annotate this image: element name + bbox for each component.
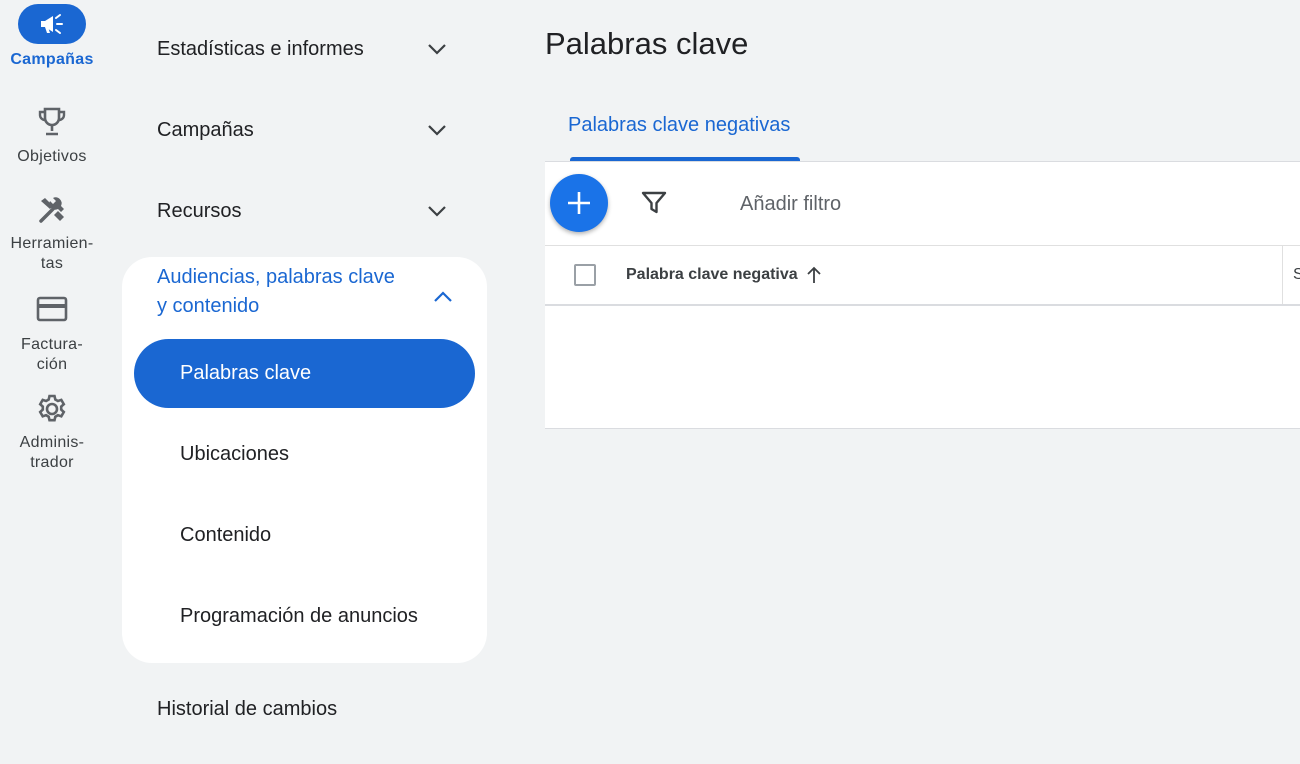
- rail-label-line1: Adminis-: [19, 434, 85, 451]
- rail-label-line2: ción: [36, 356, 68, 373]
- rail-label-line1: Factura-: [21, 336, 83, 353]
- keywords-table-panel: Añadir filtro Palabra clave negativa S: [545, 161, 1300, 429]
- add-button[interactable]: [550, 174, 608, 232]
- rail-item-label: Herramien- tas: [0, 234, 104, 274]
- chevron-down-icon: [428, 125, 446, 136]
- rail-item-tools[interactable]: Herramien- tas: [0, 195, 104, 274]
- nav-section-label: Audiencias, palabras clave y contenido: [157, 263, 395, 321]
- divider: [545, 304, 1300, 306]
- nav-section-reports[interactable]: Estadísticas e informes: [157, 29, 457, 69]
- column-header-label: Palabra clave negativa: [626, 266, 798, 283]
- divider: [545, 245, 1300, 246]
- page-title: Palabras clave: [545, 26, 749, 61]
- column-header-negative-keyword[interactable]: Palabra clave negativa: [626, 266, 822, 284]
- nav-item-keywords[interactable]: Palabras clave: [134, 339, 475, 408]
- rail-label-line2: trador: [30, 454, 74, 471]
- gear-icon: [0, 393, 104, 425]
- credit-card-icon: [0, 296, 104, 322]
- nav-section-assets[interactable]: Recursos: [157, 191, 457, 231]
- column-divider: [1282, 246, 1283, 304]
- rail-label-line2: tas: [40, 255, 64, 272]
- nav-section-label: Estadísticas e informes: [157, 37, 364, 60]
- nav-expanded-section: Audiencias, palabras clave y contenido P…: [122, 257, 487, 663]
- megaphone-icon: [18, 4, 86, 44]
- rail-item-objectives[interactable]: Objetivos: [0, 106, 104, 167]
- nav-item-content[interactable]: Contenido: [134, 501, 475, 570]
- rail-item-label: Objetivos: [17, 148, 87, 165]
- rail-item-admin[interactable]: Adminis- trador: [0, 393, 104, 473]
- rail-item-label: Factura- ción: [0, 335, 104, 375]
- rail-item-campaigns[interactable]: Campañas: [0, 4, 104, 70]
- nav-label-line2: y contenido: [157, 295, 260, 317]
- chevron-down-icon: [428, 206, 446, 217]
- sort-ascending-icon: [807, 266, 821, 283]
- nav-section-campaigns[interactable]: Campañas: [157, 110, 457, 150]
- nav-item-change-history[interactable]: Historial de cambios: [157, 689, 457, 729]
- nav-section-label: Campañas: [157, 118, 254, 141]
- rail-item-label: Adminis- trador: [0, 433, 104, 473]
- chevron-down-icon: [428, 44, 446, 55]
- nav-item-label: Historial de cambios: [157, 697, 338, 720]
- tab-negative-keywords[interactable]: Palabras clave negativas: [568, 114, 790, 137]
- nav-item-placements[interactable]: Ubicaciones: [134, 420, 475, 489]
- navigation-rail: Campañas Objetivos Herramien- tas Factur…: [0, 0, 104, 764]
- nav-section-audiences[interactable]: Audiencias, palabras clave y contenido: [157, 263, 457, 321]
- nav-label-line1: Audiencias, palabras clave: [157, 266, 395, 288]
- column-header-partial: S: [1293, 266, 1300, 283]
- nav-item-ad-schedule[interactable]: Programación de anuncios: [134, 582, 475, 651]
- rail-item-label: Campañas: [10, 51, 94, 68]
- rail-label-line1: Herramien-: [10, 235, 94, 252]
- add-filter-button[interactable]: Añadir filtro: [740, 193, 841, 216]
- chevron-up-icon: [434, 291, 452, 302]
- plus-icon: [568, 192, 590, 214]
- rail-item-billing[interactable]: Factura- ción: [0, 296, 104, 375]
- filter-icon[interactable]: [641, 190, 667, 216]
- select-all-checkbox[interactable]: [574, 264, 596, 286]
- trophy-icon: [0, 106, 104, 138]
- tools-icon: [0, 195, 104, 225]
- nav-section-label: Recursos: [157, 199, 242, 222]
